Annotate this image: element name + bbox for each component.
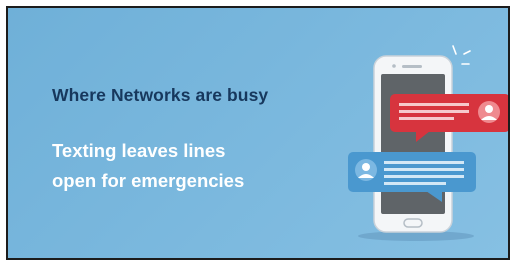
smartphone-icon — [373, 55, 453, 233]
sparkle-lines-icon — [452, 45, 471, 65]
phone-illustration — [348, 45, 508, 241]
user-avatar-icon — [355, 159, 377, 181]
user-avatar-icon — [478, 101, 500, 123]
subline: Texting leaves lines open for emergencie… — [52, 136, 244, 196]
subline-line-2: open for emergencies — [52, 170, 245, 191]
banner-frame: Where Networks are busy Texting leaves l… — [6, 6, 510, 260]
subline-line-1: Texting leaves lines — [52, 140, 226, 161]
headline: Where Networks are busy — [52, 85, 269, 105]
